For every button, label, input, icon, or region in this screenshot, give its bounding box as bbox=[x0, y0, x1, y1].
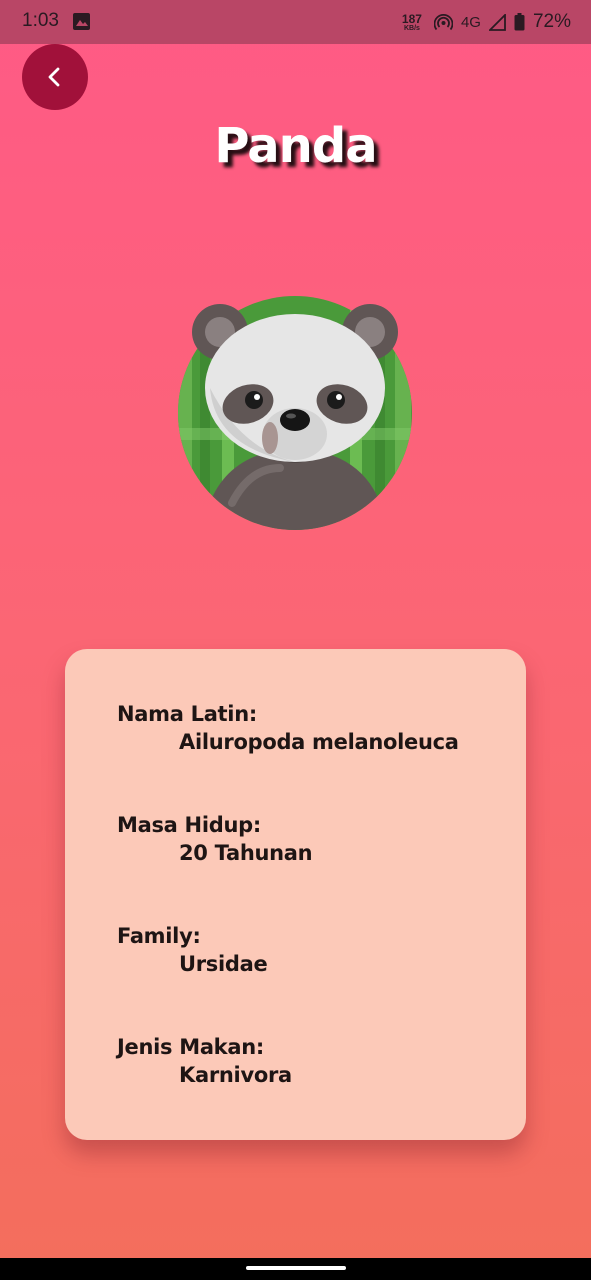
jenis-makan-label: Jenis Makan: bbox=[117, 1035, 264, 1059]
chevron-left-icon bbox=[48, 67, 60, 87]
network-speed-unit: KB/s bbox=[403, 24, 420, 32]
status-bar: 1:03 187 KB/s 4G 72% bbox=[0, 0, 591, 44]
jenis-makan-group: Jenis Makan: Karnivora bbox=[117, 1035, 292, 1087]
battery-percentage: 72% bbox=[532, 11, 571, 32]
panda-icon bbox=[178, 296, 412, 530]
masa-hidup-label: Masa Hidup: bbox=[117, 813, 261, 837]
navigation-bar bbox=[0, 1258, 591, 1280]
battery-icon bbox=[514, 13, 525, 31]
masa-hidup-group: Masa Hidup: 20 Tahunan bbox=[117, 813, 313, 865]
jenis-makan-value: Karnivora bbox=[179, 1063, 292, 1087]
image-notification-icon bbox=[73, 13, 90, 30]
nama-latin-group: Nama Latin: Ailuropoda melanoleuca bbox=[117, 702, 459, 754]
nama-latin-value: Ailuropoda melanoleuca bbox=[179, 730, 459, 754]
back-button[interactable] bbox=[22, 44, 88, 110]
network-type: 4G bbox=[460, 13, 481, 31]
page-title: Panda bbox=[214, 118, 377, 174]
masa-hidup-value: 20 Tahunan bbox=[179, 841, 313, 865]
status-time: 1:03 bbox=[22, 10, 59, 31]
info-card: Nama Latin: Ailuropoda melanoleuca Masa … bbox=[65, 649, 526, 1140]
hotspot-icon bbox=[433, 13, 453, 30]
home-indicator[interactable] bbox=[246, 1266, 346, 1270]
signal-icon bbox=[488, 13, 506, 31]
network-speed: 187 KB/s bbox=[402, 13, 422, 32]
network-speed-value: 187 bbox=[401, 11, 422, 26]
family-value: Ursidae bbox=[179, 952, 268, 976]
nama-latin-label: Nama Latin: bbox=[117, 702, 257, 726]
family-label: Family: bbox=[117, 924, 201, 948]
family-group: Family: Ursidae bbox=[117, 924, 268, 976]
